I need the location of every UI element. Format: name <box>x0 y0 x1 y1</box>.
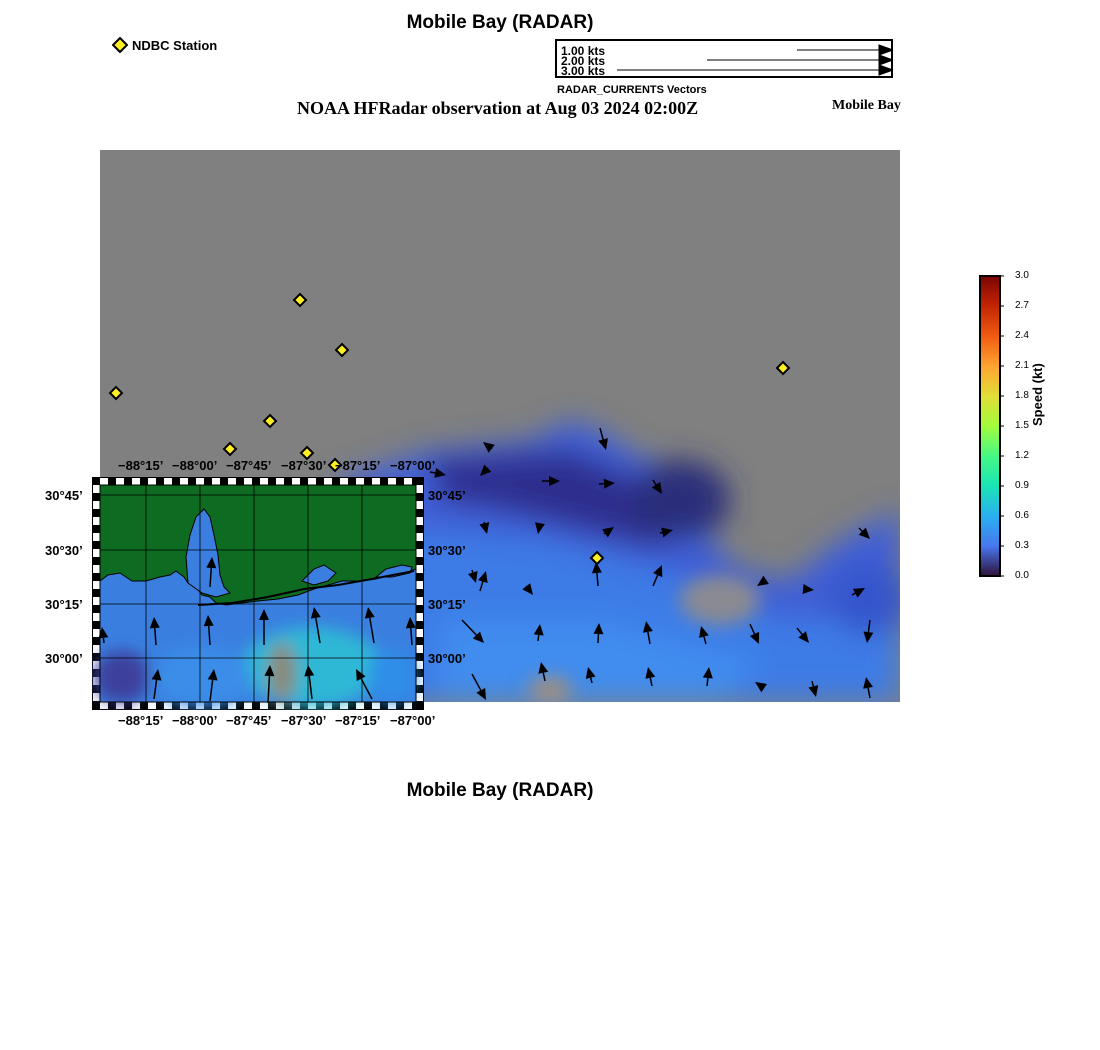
lat-tick-label: 30°00’ <box>45 651 83 666</box>
lat-tick-label: 30°45’ <box>428 488 466 503</box>
inset-map <box>92 477 424 710</box>
lon-tick-label: −87°45’ <box>226 458 272 473</box>
station-legend-label: NDBC Station <box>132 37 218 53</box>
colorbar-tick-label: 0.3 <box>1015 540 1029 551</box>
lon-tick-label: −88°00’ <box>172 458 218 473</box>
lon-tick-label: −87°45’ <box>226 713 272 728</box>
colorbar-tick-label: 2.1 <box>1015 360 1029 371</box>
vector-legend-arrows <box>617 44 893 76</box>
lon-tick-label: −88°15’ <box>118 458 164 473</box>
lat-tick-label: 30°30’ <box>45 543 83 558</box>
colorbar-tick-label: 3.0 <box>1015 270 1029 281</box>
lat-tick-label: 30°30’ <box>428 543 466 558</box>
lon-tick-label: −88°00’ <box>172 713 218 728</box>
lat-tick-label: 30°45’ <box>45 488 83 503</box>
lon-tick-label: −87°30’ <box>281 713 327 728</box>
colorbar-tick-label: 1.5 <box>1015 420 1029 431</box>
colorbar-tick-label: 1.2 <box>1015 450 1029 461</box>
lat-tick-label: 30°00’ <box>428 651 466 666</box>
station-diamond-icon <box>112 37 128 53</box>
lon-tick-label: −87°00’ <box>390 458 436 473</box>
colorbar-label: Speed (kt) <box>1030 363 1045 426</box>
lon-tick-label: −87°00’ <box>390 713 436 728</box>
lon-tick-label: −87°15’ <box>335 458 381 473</box>
vector-legend: 1.00 kts 2.00 kts 3.00 kts <box>555 39 893 78</box>
colorbar <box>979 275 1004 577</box>
colorbar-tick-label: 1.8 <box>1015 390 1029 401</box>
colorbar-tick-label: 0.6 <box>1015 510 1029 521</box>
lon-tick-label: −88°15’ <box>118 713 164 728</box>
footer-title: Mobile Bay (RADAR) <box>406 780 594 801</box>
chart-title: Mobile Bay (RADAR) <box>406 12 594 33</box>
colorbar-tick-label: 0.0 <box>1015 570 1029 581</box>
colorbar-tick-label: 2.7 <box>1015 300 1029 311</box>
colorbar-tick-label: 0.9 <box>1015 480 1029 491</box>
station-legend: NDBC Station <box>112 37 217 53</box>
lon-tick-label: −87°15’ <box>335 713 381 728</box>
region-label: Mobile Bay <box>832 98 901 113</box>
lon-tick-label: −87°30’ <box>281 458 327 473</box>
observation-title: NOAA HFRadar observation at Aug 03 2024 … <box>297 98 699 118</box>
lat-tick-label: 30°15’ <box>45 597 83 612</box>
lat-tick-label: 30°15’ <box>428 597 466 612</box>
vector-legend-caption: RADAR_CURRENTS Vectors <box>557 84 707 96</box>
colorbar-tick-label: 2.4 <box>1015 330 1029 341</box>
